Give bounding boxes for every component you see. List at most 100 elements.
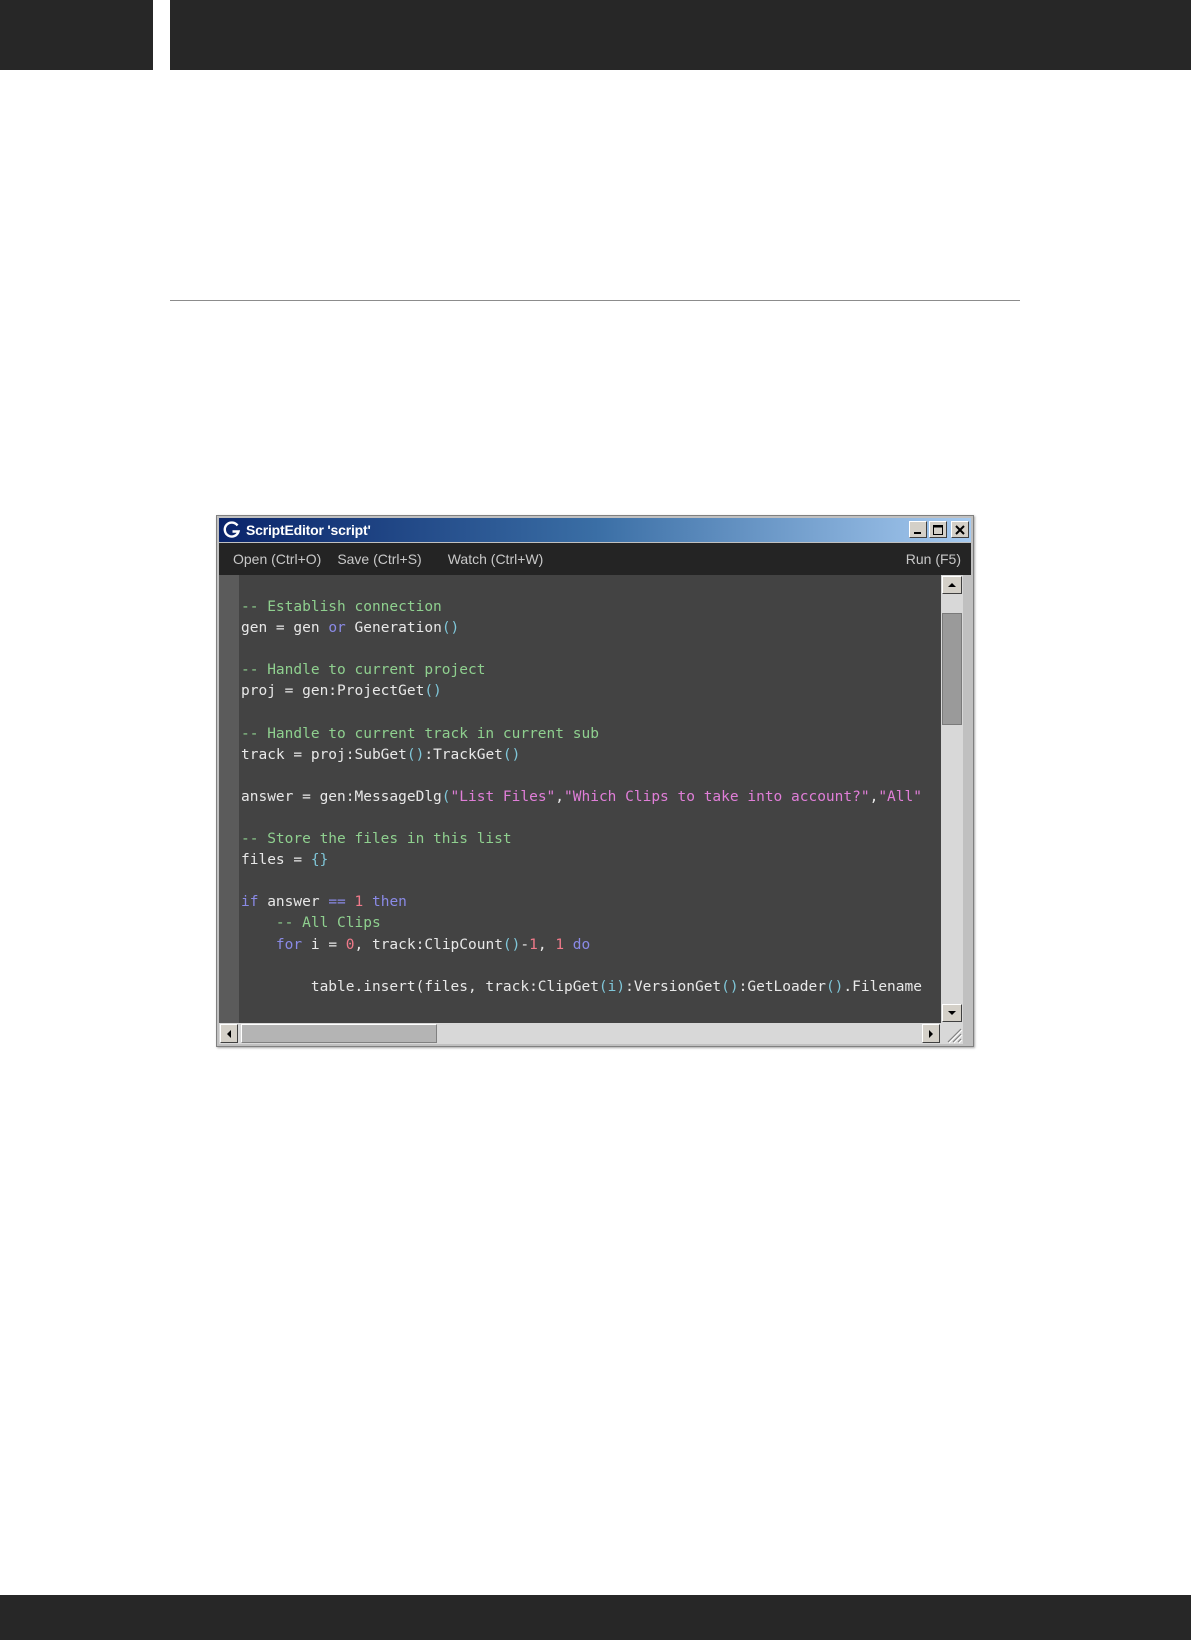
code-editor[interactable]: -- Establish connection gen = gen or Gene… (219, 575, 941, 1023)
code-token: () (502, 936, 521, 953)
scroll-right-button[interactable] (922, 1024, 940, 1043)
arrow-up-icon (948, 583, 956, 587)
code-token: .Filename (843, 978, 922, 995)
watch-button[interactable]: Watch (Ctrl+W) (440, 551, 552, 567)
code-token: () (406, 746, 425, 763)
open-button[interactable]: Open (Ctrl+O) (225, 551, 329, 567)
code-token: answer = gen:MessageDlg (241, 788, 442, 805)
horizontal-scroll-thumb[interactable] (241, 1024, 437, 1043)
code-token: for (275, 936, 303, 953)
code-line: for i = 0, track:ClipCount()-1, 1 do (241, 935, 941, 956)
code-token: {} (310, 852, 329, 869)
code-line: -- Store the files in this list (241, 829, 941, 850)
window-title: ScriptEditor 'script' (246, 522, 371, 538)
header-band-left (0, 0, 153, 70)
code-token: -- Store the files in this list (241, 831, 512, 848)
code-token: :GetLoader (738, 978, 826, 995)
code-token: ( (441, 788, 451, 805)
close-icon (955, 524, 965, 535)
window-controls (909, 521, 969, 538)
code-token: then (371, 894, 407, 911)
code-token: , (555, 788, 565, 805)
arrow-down-icon (948, 1011, 956, 1015)
code-token: track = proj:SubGet (241, 746, 407, 763)
code-token: -- Handle to current project (241, 662, 486, 679)
close-button[interactable] (951, 521, 969, 538)
code-token: table.insert(files, track:ClipGet (241, 978, 599, 995)
code-token: (i) (598, 978, 626, 995)
code-token: - (520, 936, 530, 953)
code-token: files = (241, 852, 311, 869)
arrow-left-icon (227, 1029, 231, 1038)
code-token: () (825, 978, 844, 995)
code-token: () (441, 620, 460, 637)
code-line: answer = gen:MessageDlg("List Files","Wh… (241, 787, 941, 808)
maximize-button[interactable] (929, 521, 947, 538)
code-token: 0 (345, 936, 355, 953)
footer-band (0, 1595, 1191, 1640)
minimize-icon (914, 531, 921, 534)
code-token: :TrackGet (424, 746, 503, 763)
code-token: , track:ClipCount (354, 936, 503, 953)
code-token: -- Establish connection (241, 599, 442, 615)
code-token: , (869, 788, 879, 805)
editor-toolbar: Open (Ctrl+O) Save (Ctrl+S) Watch (Ctrl+… (219, 543, 971, 575)
code-token: do (572, 936, 591, 953)
code-token: () (721, 978, 739, 995)
scroll-left-button[interactable] (220, 1024, 238, 1043)
window-titlebar[interactable]: ScriptEditor 'script' (219, 518, 971, 542)
code-token: answer (258, 894, 329, 911)
code-line: proj = gen:ProjectGet() (241, 681, 941, 702)
script-editor-window: ScriptEditor 'script' Open (Ctrl+O) Save… (216, 515, 974, 1047)
scroll-up-button[interactable] (942, 576, 962, 594)
code-token: "Which Clips to take into account?" (564, 788, 870, 805)
code-token: () (424, 683, 442, 700)
code-token: "All" (878, 788, 922, 805)
code-token: , (537, 936, 556, 953)
code-token: :VersionGet (625, 978, 722, 995)
arrow-right-icon (929, 1029, 933, 1038)
code-line: files = {} (241, 850, 941, 871)
code-token: == (328, 894, 346, 911)
code-line: -- Establish connection (241, 597, 941, 618)
code-token: 1 (354, 894, 364, 911)
editor-gutter (219, 575, 239, 1023)
code-token: "List Files" (450, 788, 556, 805)
save-button[interactable]: Save (Ctrl+S) (329, 551, 429, 567)
scroll-down-button[interactable] (942, 1004, 962, 1022)
code-line: table.insert(files, track:ClipGet(i):Ver… (241, 977, 941, 998)
horizontal-scrollbar[interactable] (219, 1023, 941, 1044)
vertical-scrollbar[interactable] (941, 575, 963, 1023)
code-token: -- All Clips (275, 915, 381, 932)
code-token: if (241, 894, 259, 911)
code-line: gen = gen or Generation() (241, 618, 941, 639)
code-line: -- All Clips (241, 913, 941, 934)
run-button[interactable]: Run (F5) (898, 551, 969, 567)
code-token: Generation (345, 620, 442, 637)
code-text-area[interactable]: -- Establish connection gen = gen or Gene… (241, 597, 941, 998)
g-logo-icon (222, 520, 242, 540)
resize-grip[interactable] (941, 1023, 963, 1044)
code-token: 1 (555, 936, 565, 953)
code-line: track = proj:SubGet():TrackGet() (241, 745, 941, 766)
header-band-right (170, 0, 1191, 70)
code-token: i = (302, 936, 346, 953)
code-token: proj = gen:ProjectGet (241, 683, 425, 700)
vertical-scroll-thumb[interactable] (942, 613, 962, 725)
code-line: -- Handle to current project (241, 660, 941, 681)
code-token: 1 (529, 936, 538, 953)
minimize-button[interactable] (909, 521, 927, 538)
page-divider (170, 300, 1020, 301)
resize-grip-icon (947, 1028, 963, 1044)
code-token: () (502, 746, 521, 763)
